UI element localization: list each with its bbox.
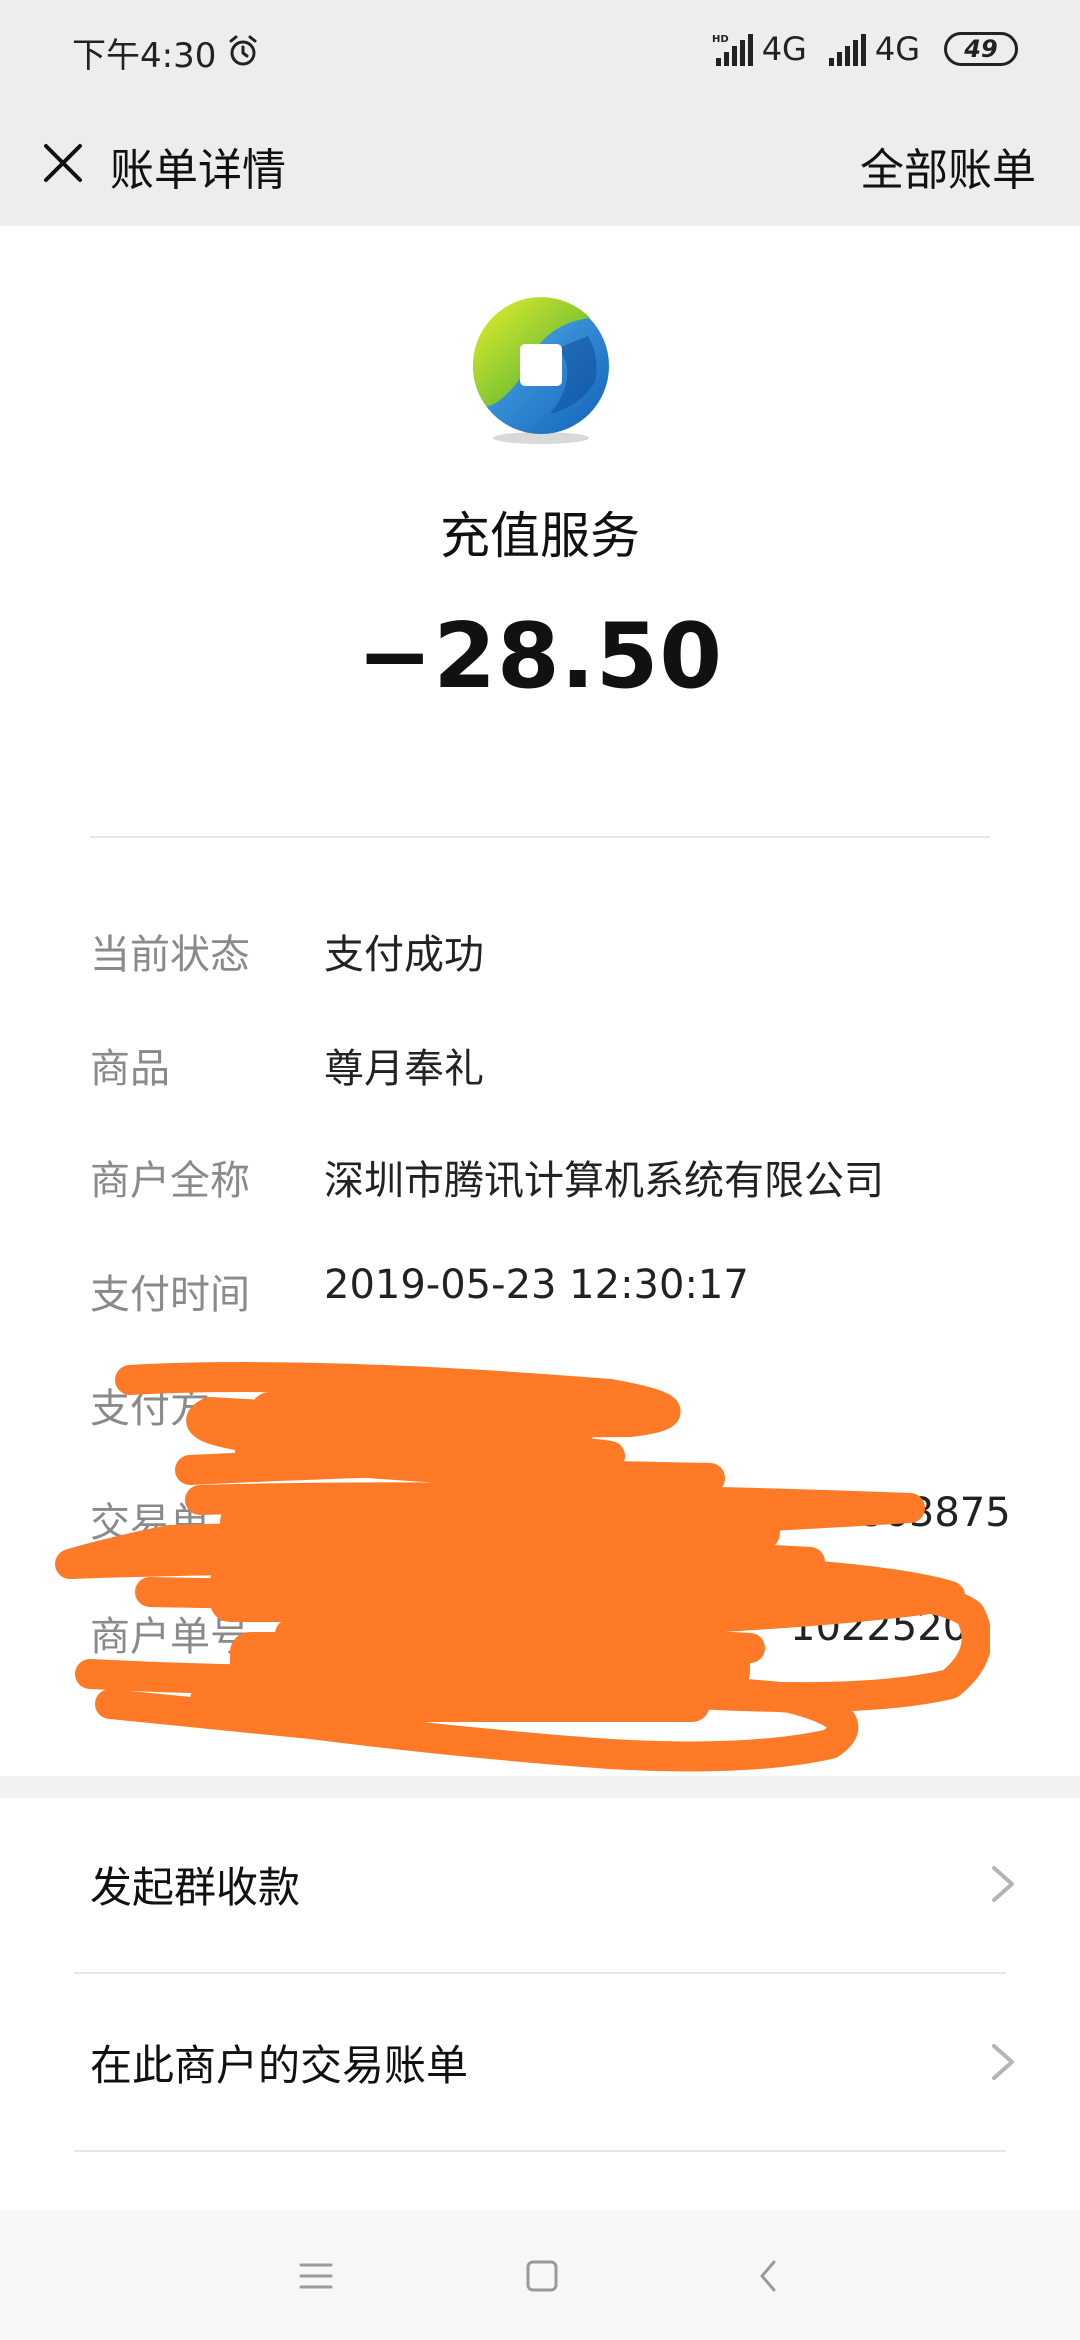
detail-label: 商户单号 [90, 1614, 250, 1660]
back-button[interactable] [738, 2246, 798, 2306]
battery-icon: 49 [944, 32, 1018, 66]
section-separator [0, 1776, 1080, 1798]
bill-detail-card: 充值服务 −28.50 当前状态 支付成功 商品 尊月奉礼 商户全称 深圳市腾讯… [0, 226, 1080, 1776]
hd-signal-icon: HD [712, 34, 753, 66]
close-icon [44, 144, 82, 182]
detail-row-merchant: 商户全称 深圳市腾讯计算机系统有限公司 [90, 1148, 1010, 1208]
close-button[interactable] [30, 130, 96, 196]
status-time: 下午4:30 [72, 36, 217, 76]
merchant-name: 充值服务 [440, 507, 640, 565]
detail-value: 深圳市腾讯计算机系统有限公司 [324, 1158, 884, 1204]
page-title: 账单详情 [110, 145, 286, 196]
detail-value: 支付成功 [324, 932, 484, 978]
svg-text:HD: HD [712, 34, 729, 45]
detail-value: 尊月奉礼 [324, 1046, 484, 1092]
transaction-amount: −28.50 [356, 604, 724, 709]
detail-label: 支付方 [90, 1386, 210, 1432]
system-navigation-bar [0, 2210, 1080, 2340]
detail-row-merchant-order: 商户单号 1022520 [90, 1604, 1010, 1664]
chevron-right-icon [992, 1866, 1014, 1902]
back-icon [760, 2260, 776, 2292]
action-label: 发起群收款 [90, 1863, 301, 1912]
menu-button[interactable] [286, 2246, 346, 2306]
network-type-1: 4G [761, 30, 807, 68]
detail-row-product: 商品 尊月奉礼 [90, 1036, 1010, 1096]
status-indicators: HD 4G 4G 49 [712, 30, 1018, 68]
home-button[interactable] [512, 2246, 572, 2306]
menu-icon [299, 2263, 333, 2289]
detail-value: 1022520 [790, 1604, 969, 1650]
detail-label: 商品 [90, 1046, 170, 1092]
detail-row-transaction-id: 交易单 863875 [90, 1490, 1011, 1550]
status-bar: 下午4:30 HD 4G 4G 49 [0, 0, 1080, 100]
detail-label: 商户全称 [90, 1158, 250, 1204]
divider [74, 1972, 1006, 1974]
detail-value: ) [560, 1376, 576, 1422]
action-label: 在此商户的交易账单 [90, 2041, 469, 2090]
all-bills-link[interactable]: 全部账单 [860, 134, 1036, 198]
detail-label: 当前状态 [90, 932, 250, 978]
divider [90, 836, 990, 838]
detail-label: 交易单 [90, 1500, 210, 1546]
chevron-right-icon [992, 2044, 1014, 2080]
network-type-2: 4G [874, 30, 920, 68]
detail-value: 2019-05-23 12:30:17 [324, 1262, 749, 1308]
divider [74, 2150, 1006, 2152]
home-icon [526, 2260, 558, 2292]
detail-row-status: 当前状态 支付成功 [90, 922, 1010, 982]
detail-row-pay-time: 支付时间 2019-05-23 12:30:17 [90, 1262, 1010, 1322]
detail-value: 863875 [858, 1490, 1011, 1536]
detail-row-pay-method: 支付方 ) [90, 1376, 1010, 1436]
merchant-transaction-bills[interactable]: 在此商户的交易账单 [0, 1976, 1080, 2152]
detail-label: 支付时间 [90, 1272, 250, 1318]
signal-icon [828, 34, 866, 66]
start-group-collection[interactable]: 发起群收款 [0, 1798, 1080, 1974]
alarm-icon [229, 35, 257, 66]
tenpay-logo-icon [472, 297, 609, 444]
header: 账单详情 全部账单 [0, 100, 1080, 226]
